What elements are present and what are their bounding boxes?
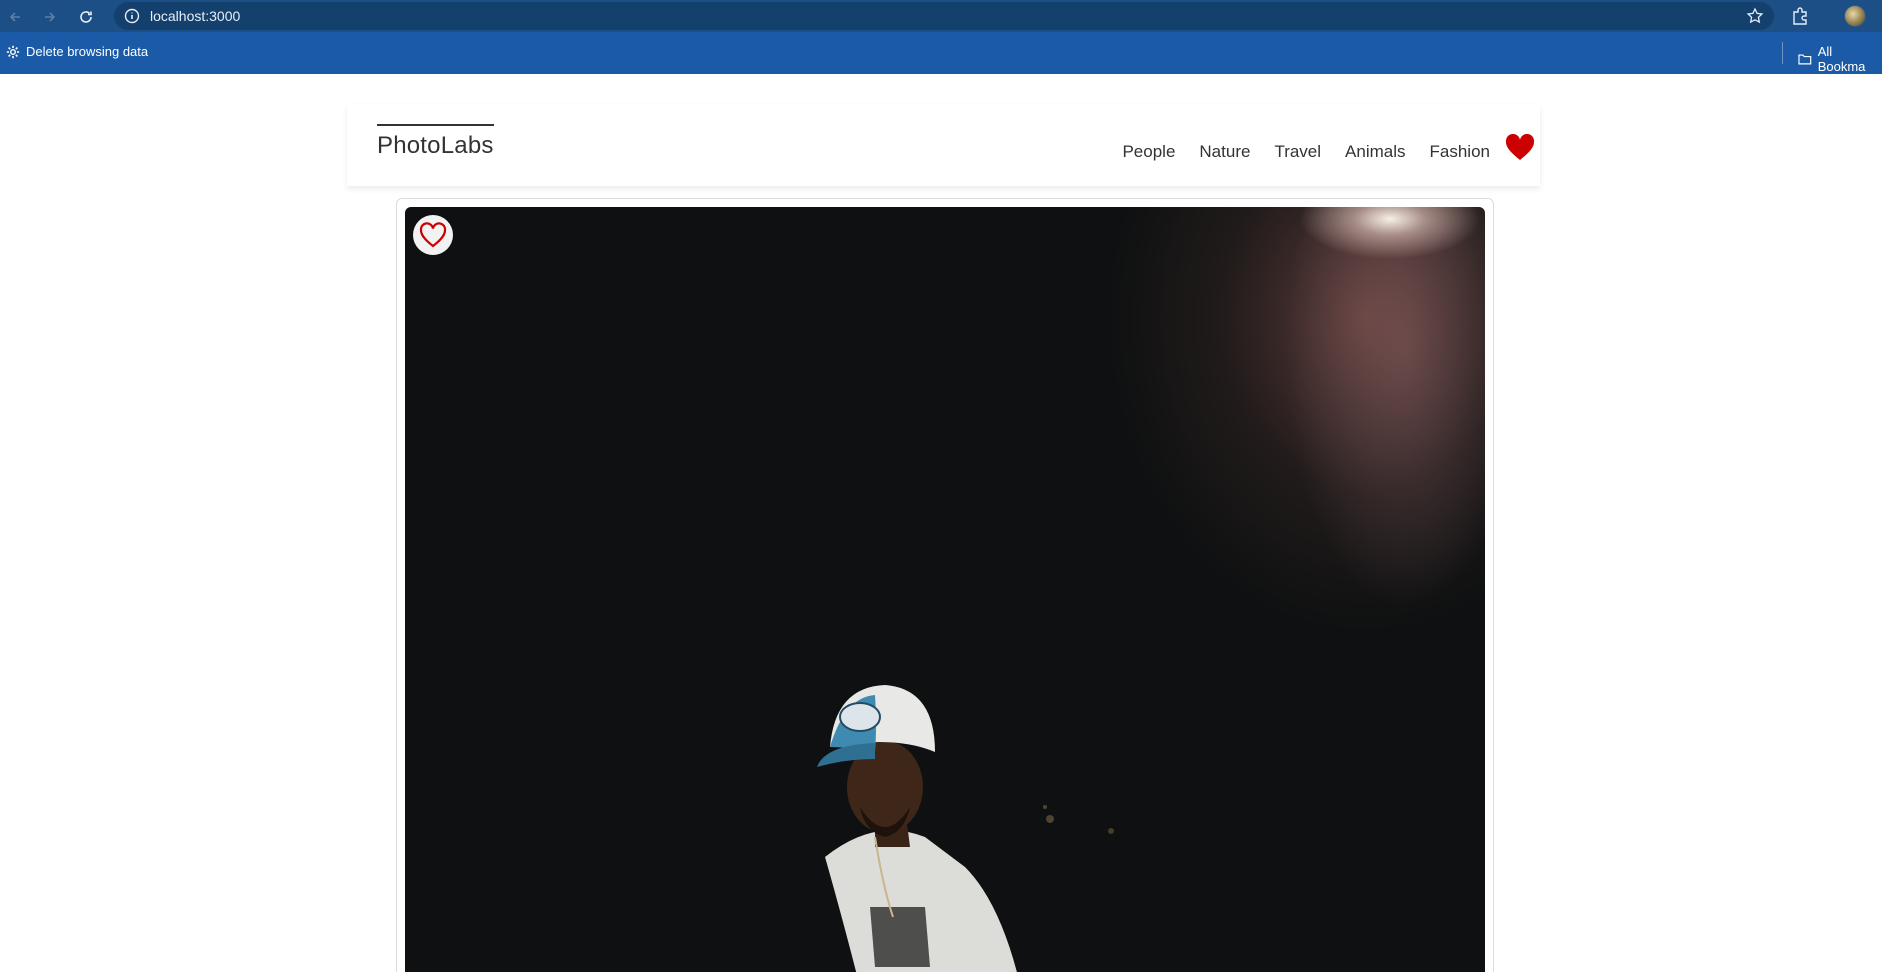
- bookmark-star-icon[interactable]: [1746, 7, 1764, 25]
- topic-nature[interactable]: Nature: [1199, 142, 1250, 162]
- url-text: localhost:3000: [150, 8, 241, 24]
- forward-button[interactable]: [39, 6, 61, 28]
- photo-image[interactable]: [405, 207, 1485, 972]
- topic-animals[interactable]: Animals: [1345, 142, 1405, 162]
- bookmark-delete-browsing-data[interactable]: Delete browsing data: [6, 44, 148, 59]
- extensions-icon[interactable]: [1790, 6, 1810, 26]
- photo-subject-illustration: [817, 685, 1114, 972]
- arrow-left-icon: [9, 12, 20, 22]
- topic-list: People Nature Travel Animals Fashion: [1122, 142, 1490, 162]
- photo-card[interactable]: [396, 198, 1494, 972]
- app-logo[interactable]: PhotoLabs: [377, 124, 494, 160]
- topic-travel[interactable]: Travel: [1274, 142, 1321, 162]
- reload-icon: [80, 11, 92, 23]
- favourites-heart-icon[interactable]: [1505, 134, 1535, 162]
- page-content: PhotoLabs People Nature Travel Animals F…: [0, 74, 1882, 972]
- address-bar[interactable]: localhost:3000: [114, 2, 1774, 30]
- topic-fashion[interactable]: Fashion: [1430, 142, 1490, 162]
- topic-people[interactable]: People: [1122, 142, 1175, 162]
- bookmarks-divider: [1782, 42, 1783, 64]
- all-bookmarks-button[interactable]: All Bookma: [1798, 44, 1882, 74]
- arrow-right-icon: [45, 12, 56, 22]
- profile-avatar[interactable]: [1844, 5, 1866, 27]
- all-bookmarks-label: All Bookma: [1817, 44, 1866, 74]
- bookmark-label: Delete browsing data: [26, 44, 149, 59]
- bookmarks-bar: Delete browsing data All Bookma: [0, 32, 1882, 74]
- reload-button[interactable]: [75, 6, 97, 28]
- photo-like-button[interactable]: [413, 215, 453, 255]
- top-navigation-bar: PhotoLabs People Nature Travel Animals F…: [347, 104, 1540, 186]
- folder-icon: [1798, 54, 1812, 65]
- browser-toolbar: localhost:3000: [0, 0, 1882, 32]
- heart-outline-icon: [419, 222, 447, 248]
- back-button[interactable]: [4, 6, 26, 28]
- site-info-icon[interactable]: [124, 8, 140, 24]
- gear-icon: [6, 45, 20, 58]
